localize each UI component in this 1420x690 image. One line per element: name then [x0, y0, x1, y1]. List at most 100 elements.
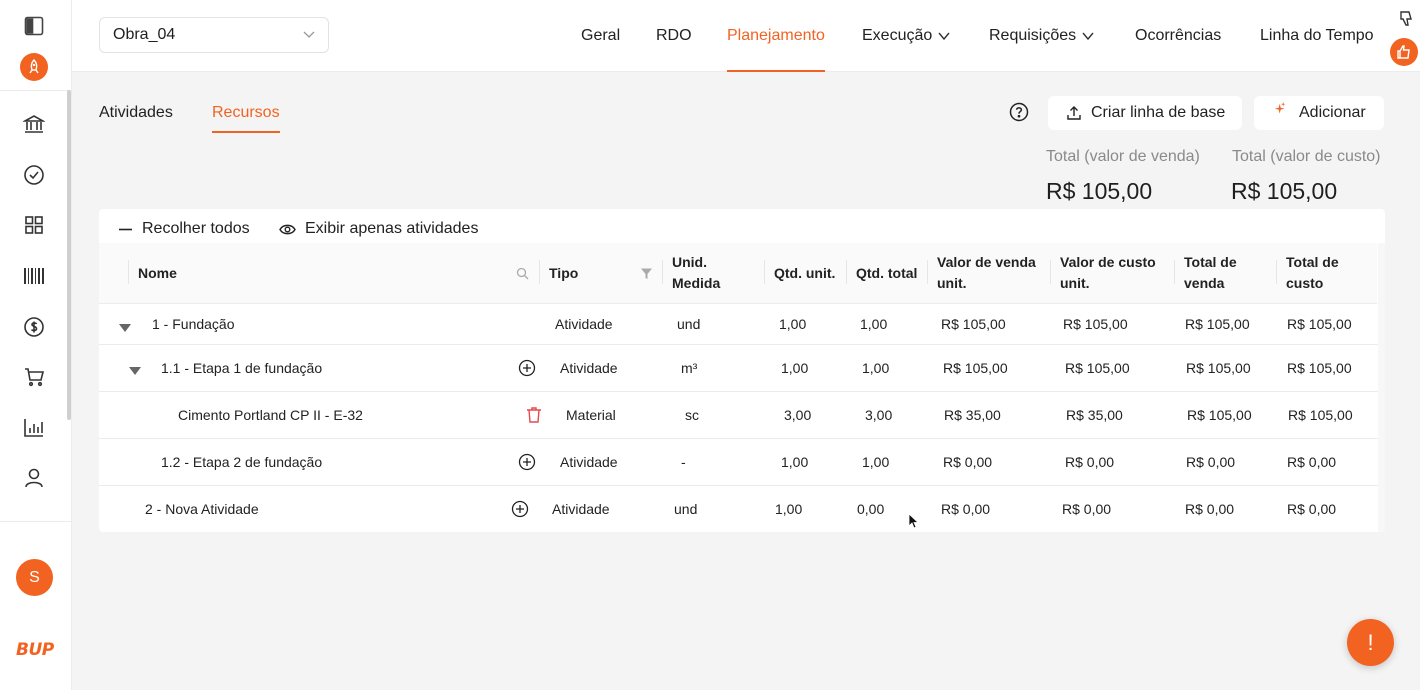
sidebar-scrollbar[interactable]: [67, 90, 71, 420]
filter-icon[interactable]: [640, 267, 653, 285]
barcode-icon[interactable]: [18, 260, 50, 292]
cell-qtd-total: 3,00: [865, 407, 893, 423]
table-row[interactable]: 1.1 - Etapa 1 de fundação Atividade m³ 1…: [99, 345, 1385, 392]
cell-custo-unit: R$ 105,00: [1063, 316, 1128, 332]
cell-total-custo: R$ 105,00: [1288, 407, 1353, 423]
cell-tipo: Atividade: [560, 454, 618, 470]
cell-tipo: Atividade: [555, 316, 613, 332]
chevron-down-icon: [1082, 32, 1094, 41]
cell-total-venda: R$ 105,00: [1186, 360, 1251, 376]
grid-icon[interactable]: [18, 209, 50, 241]
sidebar-divider: [0, 521, 72, 522]
total-cost-label: Total (valor de custo): [1232, 148, 1381, 165]
trash-icon[interactable]: [526, 406, 542, 429]
cell-qtd-total: 0,00: [857, 501, 885, 517]
thumbs-down-icon[interactable]: [1398, 10, 1416, 33]
cell-total-venda: R$ 105,00: [1185, 316, 1250, 332]
column-separator: [846, 260, 847, 284]
table-scrollbar[interactable]: [1378, 243, 1385, 532]
cell-unid: und: [677, 316, 701, 332]
collapse-all-button[interactable]: Recolher todos: [118, 220, 250, 238]
bank-icon[interactable]: [18, 108, 50, 140]
column-tipo[interactable]: Tipo: [549, 263, 578, 284]
project-select[interactable]: Obra_04: [99, 17, 329, 53]
cell-qtd-unit: 3,00: [784, 407, 812, 423]
table-row[interactable]: 2 - Nova Atividade Atividade und 1,00 0,…: [99, 486, 1385, 532]
cell-qtd-unit: 1,00: [781, 360, 809, 376]
sidebar: S BUP: [0, 0, 72, 690]
column-nome[interactable]: Nome: [138, 263, 177, 284]
column-total-custo[interactable]: Total de custo: [1286, 252, 1339, 294]
nav-linha-do-tempo[interactable]: Linha do Tempo: [1260, 0, 1374, 72]
cell-custo-unit: R$ 0,00: [1062, 501, 1112, 517]
tab-recursos[interactable]: Recursos: [212, 104, 280, 133]
panel-toggle-icon[interactable]: [18, 10, 50, 42]
check-circle-icon[interactable]: [18, 159, 50, 191]
column-valor-custo-unit[interactable]: Valor de custo unit.: [1060, 252, 1156, 294]
rocket-icon[interactable]: [18, 51, 50, 83]
upload-icon: [1067, 106, 1081, 120]
add-circle-icon[interactable]: [518, 359, 536, 382]
column-separator: [1050, 260, 1051, 284]
thumbs-up-icon[interactable]: [1390, 38, 1418, 66]
cell-nome: 2 - Nova Atividade: [145, 501, 259, 517]
feedback-button[interactable]: !: [1347, 619, 1394, 666]
total-sale-label: Total (valor de venda): [1046, 148, 1200, 165]
topbar: Obra_04 Geral RDO Planejamento Execução …: [72, 0, 1420, 72]
cell-total-custo: R$ 0,00: [1287, 454, 1337, 470]
caret-down-icon[interactable]: [129, 362, 141, 380]
cell-total-venda: R$ 105,00: [1187, 407, 1252, 423]
cell-total-custo: R$ 0,00: [1287, 501, 1337, 517]
add-button[interactable]: Adicionar: [1254, 96, 1384, 130]
chevron-down-icon: [938, 32, 950, 41]
dollar-icon[interactable]: [18, 311, 50, 343]
table-row[interactable]: 1 - Fundação Atividade und 1,00 1,00 R$ …: [99, 304, 1385, 345]
caret-down-icon[interactable]: [119, 319, 131, 337]
create-baseline-button[interactable]: Criar linha de base: [1048, 96, 1242, 130]
table-row[interactable]: Cimento Portland CP II - E-32 Material s…: [99, 392, 1385, 439]
nav-rdo[interactable]: RDO: [656, 0, 692, 72]
nav-ocorrencias[interactable]: Ocorrências: [1135, 0, 1221, 72]
chevron-down-icon: [302, 27, 316, 46]
cell-qtd-unit: 1,00: [779, 316, 807, 332]
table-row[interactable]: 1.2 - Etapa 2 de fundação Atividade - 1,…: [99, 439, 1385, 486]
cart-icon[interactable]: [18, 361, 50, 393]
cell-custo-unit: R$ 0,00: [1065, 454, 1115, 470]
show-only-activities-button[interactable]: Exibir apenas atividades: [279, 220, 478, 238]
nav-requisicoes[interactable]: Requisições: [989, 0, 1095, 72]
add-circle-icon[interactable]: [511, 500, 529, 523]
nav-geral[interactable]: Geral: [581, 0, 620, 72]
cell-venda-unit: R$ 105,00: [941, 316, 1006, 332]
cell-nome: 1.1 - Etapa 1 de fundação: [161, 360, 323, 376]
column-qtd-unit[interactable]: Qtd. unit.: [774, 263, 835, 284]
help-icon[interactable]: [1009, 102, 1029, 122]
bar-chart-icon[interactable]: [18, 412, 50, 444]
resources-table-card: Recolher todos Exibir apenas atividades …: [99, 209, 1385, 532]
column-separator: [764, 260, 765, 284]
column-separator: [1276, 260, 1277, 284]
user-icon[interactable]: [18, 462, 50, 494]
avatar[interactable]: S: [16, 559, 53, 596]
eye-icon: [279, 224, 296, 234]
cell-total-venda: R$ 0,00: [1185, 501, 1235, 517]
column-unid-medida[interactable]: Unid. Medida: [672, 252, 720, 294]
cell-tipo: Material: [566, 407, 616, 423]
nav-planejamento[interactable]: Planejamento: [727, 0, 825, 72]
column-separator: [539, 260, 540, 284]
cell-venda-unit: R$ 0,00: [941, 501, 991, 517]
search-icon[interactable]: [516, 267, 529, 285]
cell-total-custo: R$ 105,00: [1287, 316, 1352, 332]
cell-unid: und: [674, 501, 698, 517]
cell-tipo: Atividade: [560, 360, 618, 376]
cell-qtd-total: 1,00: [862, 360, 890, 376]
tab-atividades[interactable]: Atividades: [99, 104, 173, 131]
project-select-value: Obra_04: [113, 26, 176, 43]
cell-tipo: Atividade: [552, 501, 610, 517]
nav-execucao[interactable]: Execução: [862, 0, 951, 72]
column-qtd-total[interactable]: Qtd. total: [856, 263, 917, 284]
add-circle-icon[interactable]: [518, 453, 536, 476]
column-total-venda[interactable]: Total de venda: [1184, 252, 1237, 294]
add-label: Adicionar: [1299, 104, 1366, 121]
cell-total-custo: R$ 105,00: [1287, 360, 1352, 376]
column-valor-venda-unit[interactable]: Valor de venda unit.: [937, 252, 1036, 294]
